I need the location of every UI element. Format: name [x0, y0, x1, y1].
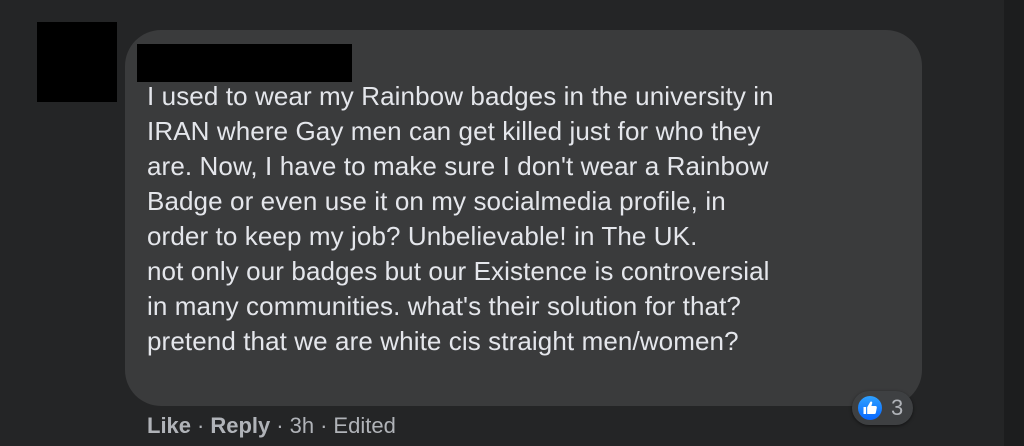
comment-line: Badge or even use it on my socialmedia p…: [147, 186, 726, 216]
comment-line: IRAN where Gay men can get killed just f…: [147, 116, 761, 146]
like-button[interactable]: Like: [147, 413, 191, 439]
reaction-count: 3: [891, 395, 904, 420]
comment-page: I used to wear my Rainbow badges in the …: [0, 0, 1024, 446]
comment-line: not only our badges but our Existence is…: [147, 256, 770, 286]
comment-line: are. Now, I have to make sure I don't we…: [147, 151, 769, 181]
comment-line: in many communities. what's their soluti…: [147, 291, 741, 321]
avatar[interactable]: [37, 22, 117, 102]
reply-button[interactable]: Reply: [210, 413, 270, 439]
author-name-redacted[interactable]: [137, 44, 352, 82]
comment-actions: Like · Reply · 3h · Edited: [147, 410, 396, 442]
timestamp-link[interactable]: 3h: [290, 413, 314, 439]
comment-line: pretend that we are white cis straight m…: [147, 326, 739, 356]
separator: ·: [320, 413, 328, 438]
comment-line: I used to wear my Rainbow badges in the …: [147, 81, 774, 111]
separator: ·: [197, 413, 205, 438]
edited-label[interactable]: Edited: [333, 413, 395, 439]
comment-line: order to keep my job? Unbelievable! in T…: [147, 221, 698, 251]
like-icon: [856, 394, 884, 422]
comment-text: I used to wear my Rainbow badges in the …: [147, 79, 907, 359]
separator: ·: [276, 413, 284, 438]
reaction-summary[interactable]: 3: [852, 391, 914, 425]
page-scroll-gutter: [1004, 0, 1024, 446]
